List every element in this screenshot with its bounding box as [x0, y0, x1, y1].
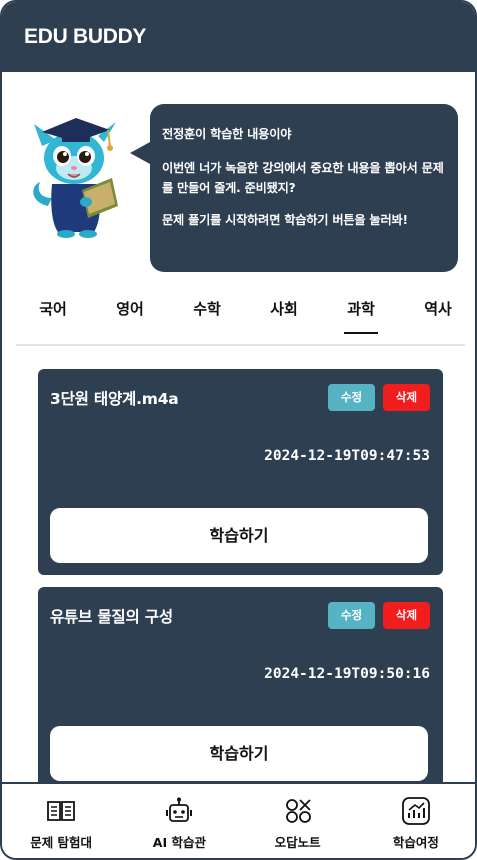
- recording-date: 2024-12-19T09:50:16: [264, 666, 430, 682]
- bubble-line-hint: 문제 풀기를 시작하려면 학습하기 버튼을 눌러봐!: [162, 213, 408, 227]
- chart-icon: [401, 797, 430, 825]
- speech-bubble: 전정훈이 학습한 내용이야 이번엔 너가 녹음한 강의에서 중요한 내용을 뽑아…: [130, 104, 458, 272]
- nav-item-learning-journey[interactable]: 학습여정: [357, 784, 475, 858]
- book-icon: [47, 801, 76, 821]
- tab-math[interactable]: 수학: [192, 292, 222, 334]
- bubble-line-title: 전정훈이 학습한 내용이야: [162, 127, 292, 141]
- tab-science[interactable]: 과학: [344, 292, 378, 334]
- delete-button[interactable]: 삭제: [383, 602, 430, 629]
- nav-item-ai-lab[interactable]: AI 학습관: [120, 784, 238, 858]
- nav-label: AI 학습관: [152, 835, 206, 850]
- tab-social[interactable]: 사회: [269, 292, 299, 334]
- app-title: EDU BUDDY: [24, 25, 147, 48]
- tab-history[interactable]: 역사: [423, 292, 453, 334]
- mascot-icon: [33, 118, 118, 238]
- nav-label: 문제 탐험대: [30, 835, 93, 850]
- recording-name: 3단원 태양계.m4a: [50, 390, 179, 408]
- bubble-line-intro: 이번엔 너가 녹음한 강의에서 중요한 내용을 뽑아서 문제를 만들어 줄게. …: [162, 161, 444, 195]
- recording-card: 3단원 태양계.m4a 수정 삭제 2024-12-19T09:47:53 학습…: [38, 369, 443, 575]
- recording-card: 유튜브 물질의 구성 수정 삭제 2024-12-19T09:50:16 학습하…: [38, 587, 443, 793]
- edit-button[interactable]: 수정: [328, 384, 375, 411]
- ox-icon: [285, 799, 311, 823]
- nav-item-wrong-notes[interactable]: 오답노트: [239, 784, 357, 858]
- bottom-nav: 문제 탐험대 AI 학습관 오답노트 학습여정: [2, 782, 475, 858]
- robot-icon: [166, 797, 193, 822]
- recording-list: 3단원 태양계.m4a 수정 삭제 2024-12-19T09:47:53 학습…: [38, 369, 443, 805]
- study-button[interactable]: 학습하기: [50, 726, 428, 781]
- nav-label: 오답노트: [274, 835, 321, 850]
- nav-label: 학습여정: [392, 835, 439, 850]
- nav-item-quiz-explorer[interactable]: 문제 탐험대: [2, 784, 120, 858]
- study-button[interactable]: 학습하기: [50, 508, 428, 563]
- recording-date: 2024-12-19T09:47:53: [264, 448, 430, 464]
- subject-tabs: 국어 영어 수학 사회 과학 역사: [16, 292, 465, 346]
- tab-english[interactable]: 영어: [115, 292, 145, 334]
- edit-button[interactable]: 수정: [328, 602, 375, 629]
- app-header: EDU BUDDY: [2, 2, 475, 72]
- tab-korean[interactable]: 국어: [38, 292, 68, 334]
- app-frame: EDU BUDDY 전정훈이 학습한 내용이야 이번엔 너가 녹음한 강의에서 …: [0, 0, 477, 860]
- hero-section: 전정훈이 학습한 내용이야 이번엔 너가 녹음한 강의에서 중요한 내용을 뽑아…: [2, 72, 475, 287]
- recording-name: 유튜브 물질의 구성: [50, 608, 173, 626]
- delete-button[interactable]: 삭제: [383, 384, 430, 411]
